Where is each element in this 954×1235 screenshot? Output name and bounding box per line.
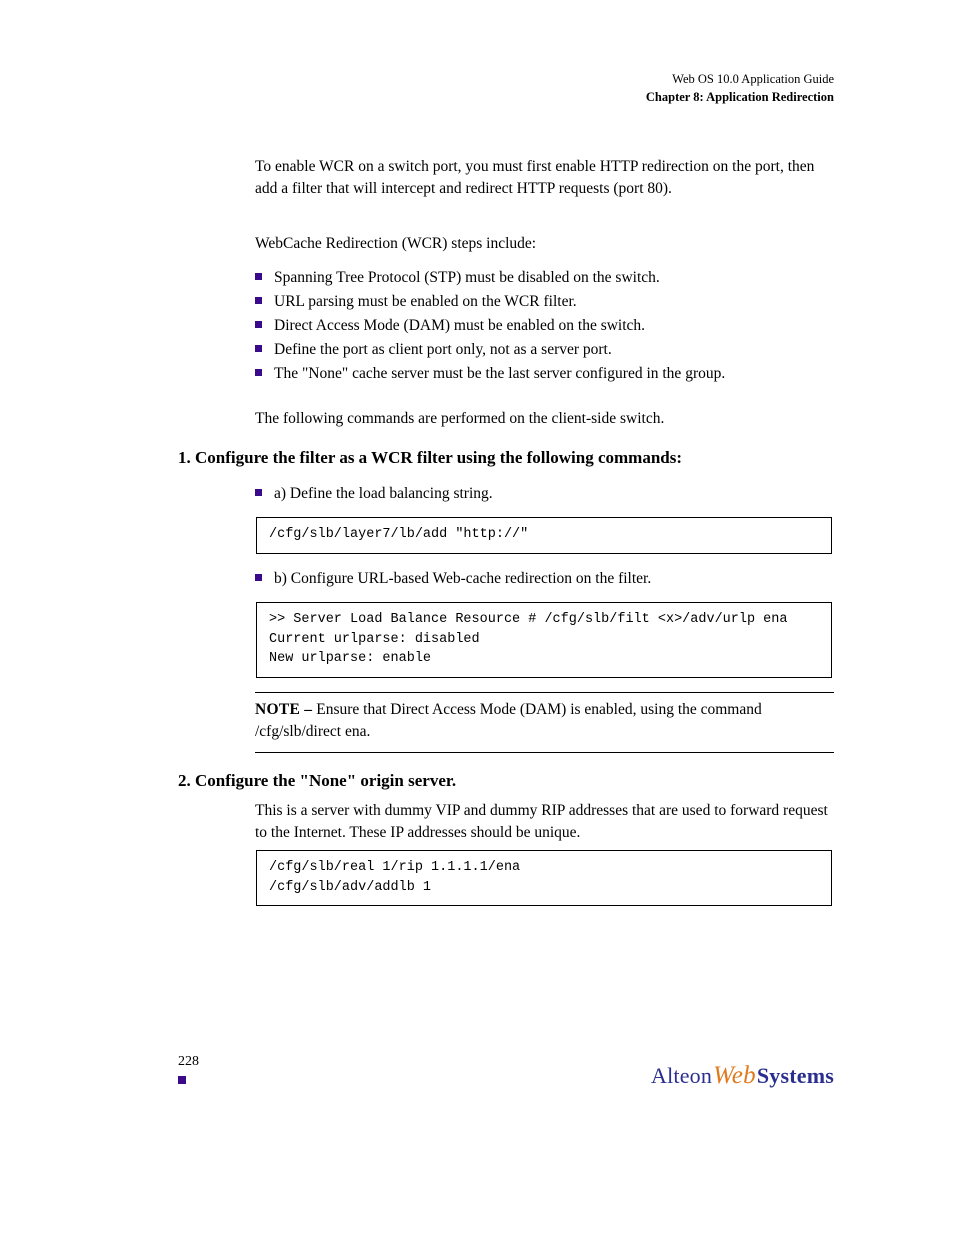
list-item-text: The "None" cache server must be the last… <box>274 362 834 386</box>
list-item: Define the port as client port only, not… <box>255 338 834 362</box>
running-header: Web OS 10.0 Application Guide <box>672 72 834 87</box>
list-item: Spanning Tree Protocol (STP) must be dis… <box>255 266 834 290</box>
bullet-icon <box>255 321 262 328</box>
substep-1b: b) Configure URL-based Web-cache redirec… <box>255 567 834 591</box>
wcr-list: Spanning Tree Protocol (STP) must be dis… <box>255 266 834 386</box>
substep-1a: a) Define the load balancing string. <box>255 482 834 506</box>
bullet-icon <box>255 489 262 496</box>
bullet-icon <box>255 273 262 280</box>
brand-logo: AlteonWebSystems <box>651 1062 834 1090</box>
list-item: b) Configure URL-based Web-cache redirec… <box>255 567 834 591</box>
list-item: The "None" cache server must be the last… <box>255 362 834 386</box>
list-item-text: Spanning Tree Protocol (STP) must be dis… <box>274 266 834 290</box>
list-item: a) Define the load balancing string. <box>255 482 834 506</box>
note-block: NOTE – Ensure that Direct Access Mode (D… <box>255 692 834 761</box>
footer-square-icon <box>178 1076 186 1084</box>
step-heading-2: 2. Configure the "None" origin server. <box>178 771 834 791</box>
bullet-icon <box>255 369 262 376</box>
intro-paragraph: To enable WCR on a switch port, you must… <box>255 156 834 201</box>
wcr-intro: WebCache Redirection (WCR) steps include… <box>255 233 834 255</box>
logo-part-web: Web <box>712 1062 757 1089</box>
code-box-1b: >> Server Load Balance Resource # /cfg/s… <box>256 602 832 678</box>
substep-1b-label: b) Configure URL-based Web-cache redirec… <box>274 567 834 591</box>
note-rule-bottom <box>255 752 834 753</box>
logo-part-alteon: Alteon <box>651 1063 712 1088</box>
bullet-icon <box>255 297 262 304</box>
code-box-2: /cfg/slb/real 1/rip 1.1.1.1/ena /cfg/slb… <box>256 850 832 906</box>
list-item: URL parsing must be enabled on the WCR f… <box>255 290 834 314</box>
bullet-icon <box>255 574 262 581</box>
bullet-icon <box>255 345 262 352</box>
list-item-text: Define the port as client port only, not… <box>274 338 834 362</box>
note-text: Ensure that Direct Access Mode (DAM) is … <box>255 701 762 740</box>
note-label: NOTE – <box>255 701 312 718</box>
list-item-text: Direct Access Mode (DAM) must be enabled… <box>274 314 834 338</box>
logo-part-systems: Systems <box>757 1063 834 1088</box>
note-rule-top <box>255 692 834 693</box>
steps-intro: The following commands are performed on … <box>255 410 834 428</box>
page-number: 228 <box>178 1054 199 1070</box>
substep-1a-label: a) Define the load balancing string. <box>274 482 834 506</box>
step-heading-1: 1. Configure the filter as a WCR filter … <box>178 448 834 468</box>
chapter-reference: Chapter 8: Application Redirection <box>646 90 834 105</box>
code-box-1a: /cfg/slb/layer7/lb/add "http://" <box>256 517 832 554</box>
list-item: Direct Access Mode (DAM) must be enabled… <box>255 314 834 338</box>
list-item-text: URL parsing must be enabled on the WCR f… <box>274 290 834 314</box>
step2-body: This is a server with dummy VIP and dumm… <box>255 800 834 845</box>
